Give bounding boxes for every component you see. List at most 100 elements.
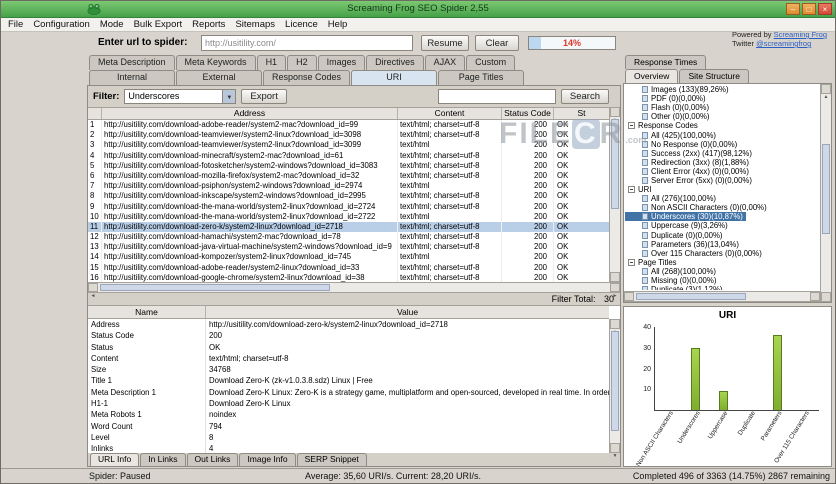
tree-item[interactable]: URI — [625, 185, 654, 194]
scroll-down-arrow-icon[interactable] — [610, 272, 620, 282]
tree-item[interactable]: All (425)(100,00%) — [625, 130, 719, 140]
menu-item[interactable]: Licence — [280, 18, 323, 31]
twitter-link[interactable]: @screamingfrog — [756, 39, 811, 48]
tab[interactable]: Custom — [466, 55, 516, 70]
scroll-left-arrow-icon[interactable] — [88, 283, 98, 292]
tree-item[interactable]: Underscores (30)(10,87%) — [625, 212, 746, 222]
tree-item[interactable]: Over 115 Characters (0)(0,00%) — [625, 249, 765, 258]
details-vertical-scrollbar[interactable] — [609, 319, 620, 453]
menu-item[interactable]: Mode — [95, 18, 129, 31]
tree-collapse-icon[interactable] — [628, 186, 635, 194]
tab[interactable]: AJAX — [424, 55, 466, 70]
tree-horizontal-scrollbar[interactable] — [624, 291, 820, 302]
scroll-up-arrow-icon[interactable] — [821, 84, 831, 94]
sidebar-tab[interactable]: Overview — [625, 69, 679, 83]
tab[interactable]: External — [176, 70, 262, 85]
tree-item[interactable]: No Response (0)(0,00%) — [625, 140, 740, 149]
tree-item[interactable]: Other (0)(0,00%) — [625, 112, 713, 121]
table-row[interactable]: 2 http://usitility.com/download-teamview… — [88, 130, 609, 141]
scroll-down-arrow-icon[interactable] — [610, 443, 620, 453]
details-row[interactable]: Content text/html; charset=utf-8 — [88, 352, 609, 365]
scroll-right-arrow-icon[interactable] — [610, 283, 620, 292]
titlebar[interactable]: Screaming Frog SEO Spider 2,55 – □ × — [1, 1, 835, 18]
menu-item[interactable]: Bulk Export — [129, 18, 188, 31]
table-row[interactable]: 4 http://usitility.com/download-minecraf… — [88, 150, 609, 161]
resume-button[interactable]: Resume — [421, 35, 469, 51]
details-column-value[interactable]: Value — [206, 306, 609, 318]
tab[interactable]: Page Titles — [438, 70, 525, 85]
details-row[interactable]: Title 1 Download Zero-K (zk-v1.0.3.8.sdz… — [88, 375, 609, 387]
tree-item[interactable]: Uppercase (9)(3,26%) — [625, 221, 731, 230]
tree-item[interactable]: Parameters (36)(13,04%) — [625, 240, 742, 249]
menu-item[interactable]: Configuration — [28, 18, 95, 31]
filter-dropdown[interactable]: Underscores — [124, 89, 237, 104]
tab[interactable]: H1 — [256, 55, 287, 70]
table-row[interactable]: 11 http://usitility.com/download-zero-k/… — [88, 221, 609, 233]
url-input[interactable] — [201, 35, 413, 51]
scroll-up-arrow-icon[interactable] — [610, 319, 620, 329]
tree-vertical-scrollbar[interactable] — [820, 84, 831, 302]
scrollbar-thumb[interactable] — [636, 293, 746, 300]
table-row[interactable]: 6 http://usitility.com/download-mozilla-… — [88, 170, 609, 182]
maximize-button[interactable]: □ — [802, 3, 816, 15]
scroll-down-arrow-icon[interactable] — [821, 292, 831, 302]
details-row[interactable]: Inlinks 4 — [88, 443, 609, 453]
bottom-tab[interactable]: In Links — [140, 453, 186, 466]
menu-item[interactable]: File — [3, 18, 28, 31]
table-row[interactable]: 5 http://usitility.com/download-fotosket… — [88, 160, 609, 171]
column-header[interactable] — [88, 108, 102, 119]
tab-response-times[interactable]: Response Times — [625, 55, 707, 69]
details-row[interactable]: Level 8 — [88, 431, 609, 444]
table-row[interactable]: 14 http://usitility.com/download-kompoze… — [88, 252, 609, 263]
tree-item[interactable]: Duplicate (3)(1,12%) — [625, 285, 726, 290]
tree-item[interactable]: Server Error (5xx) (0)(0,00%) — [625, 176, 755, 185]
column-header[interactable]: St — [554, 108, 609, 119]
details-row[interactable]: Meta Description 1 Download Zero-K Linux… — [88, 386, 609, 399]
tab[interactable]: URI — [351, 70, 438, 85]
tree-item[interactable]: Images (133)(89,26%) — [625, 85, 732, 94]
search-button[interactable]: Search — [560, 89, 609, 104]
tree-collapse-icon[interactable] — [628, 122, 635, 130]
table-row[interactable]: 10 http://usitility.com/download-the-man… — [88, 211, 609, 222]
details-row[interactable]: Word Count 794 — [88, 420, 609, 432]
tree-item[interactable]: Duplicate (0)(0,00%) — [625, 231, 726, 240]
tree-item[interactable]: Redirection (3xx) (8)(1,88%) — [625, 158, 752, 167]
details-row[interactable]: Status OK — [88, 341, 609, 353]
table-row[interactable]: 8 http://usitility.com/download-inkscape… — [88, 191, 609, 202]
bottom-tab[interactable]: Out Links — [186, 453, 239, 466]
table-vertical-scrollbar[interactable] — [609, 107, 620, 282]
tab[interactable]: Internal — [89, 70, 175, 85]
column-header[interactable]: Status Code — [502, 108, 554, 119]
details-row[interactable]: H1-1 Download Zero-K Linux — [88, 398, 609, 410]
clear-button[interactable]: Clear — [475, 35, 519, 51]
scrollbar-thumb[interactable] — [611, 331, 619, 431]
table-row[interactable]: 1 http://usitility.com/download-adobe-re… — [88, 120, 609, 131]
details-row[interactable]: Size 34768 — [88, 364, 609, 376]
table-row[interactable]: 16 http://usitility.com/download-google-… — [88, 272, 609, 282]
bottom-tab[interactable]: Image Info — [239, 453, 296, 466]
details-row[interactable]: Meta Robots 1 noindex — [88, 409, 609, 421]
table-row[interactable]: 15 http://usitility.com/download-adobe-r… — [88, 262, 609, 273]
details-row[interactable]: Status Code 200 — [88, 330, 609, 342]
export-button[interactable]: Export — [241, 89, 287, 104]
bottom-tab[interactable]: URL Info — [90, 453, 140, 466]
details-column-name[interactable]: Name — [88, 306, 206, 318]
tree-item[interactable]: Flash (0)(0,00%) — [625, 103, 712, 112]
tree-item[interactable]: All (276)(100,00%) — [625, 194, 719, 203]
column-header[interactable]: Content — [398, 108, 502, 119]
table-row[interactable]: 13 http://usitility.com/download-java-vi… — [88, 242, 609, 253]
bottom-tab[interactable]: SERP Snippet — [296, 453, 367, 466]
tree-collapse-icon[interactable] — [628, 258, 635, 266]
tab[interactable]: Meta Keywords — [175, 55, 256, 70]
tree-item[interactable]: Non ASCII Characters (0)(0,00%) — [625, 203, 770, 212]
column-header[interactable]: Address — [102, 108, 398, 119]
minimize-button[interactable]: – — [786, 3, 800, 15]
screaming-frog-link[interactable]: Screaming Frog — [774, 30, 827, 39]
tab[interactable]: Response Codes — [263, 70, 351, 85]
menu-item[interactable]: Sitemaps — [230, 18, 280, 31]
tree-item[interactable]: All (268)(100,00%) — [625, 267, 719, 276]
tab[interactable]: Images — [317, 55, 366, 70]
tree-item[interactable]: PDF (0)(0,00%) — [625, 94, 709, 103]
scrollbar-thumb[interactable] — [611, 119, 619, 209]
tree-item[interactable]: Client Error (4xx) (0)(0,00%) — [625, 167, 752, 176]
